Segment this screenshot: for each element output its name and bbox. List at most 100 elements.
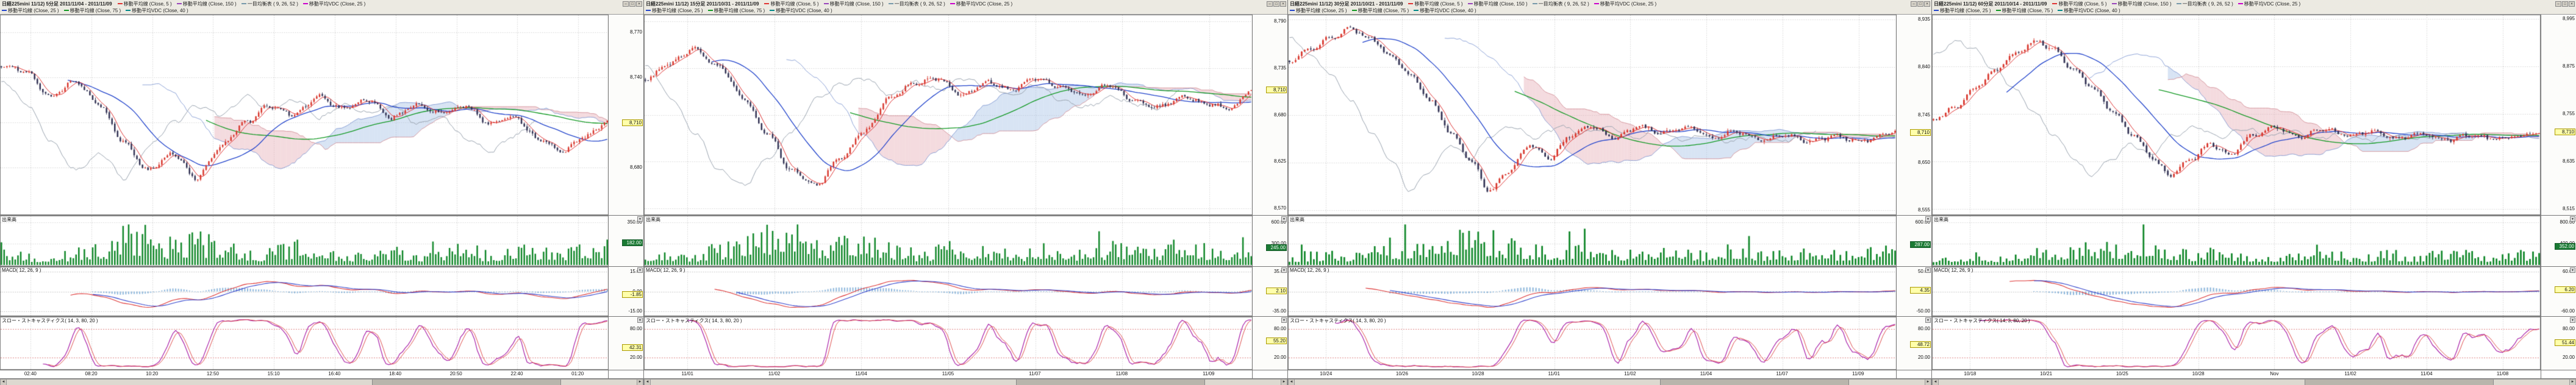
scroll-right-button[interactable]: ► bbox=[1281, 380, 1287, 385]
maximize-button[interactable]: □ bbox=[629, 1, 635, 7]
chart-title: 日経225mini 11/12) 60分足 2011/10/14 - 2011/… bbox=[1934, 1, 2047, 7]
scroll-right-button[interactable]: ► bbox=[1925, 380, 1931, 385]
macd-chart-canvas[interactable] bbox=[644, 267, 1253, 316]
price-chart-plot[interactable] bbox=[644, 15, 1252, 215]
scroll-right-button[interactable]: ► bbox=[2569, 380, 2576, 385]
current-stoch-badge: 48.72 bbox=[1910, 341, 1931, 348]
volume-chart-plot[interactable]: 出来高 bbox=[1932, 216, 2541, 266]
scrollbar-track[interactable] bbox=[1939, 380, 2569, 385]
macd-chart-canvas[interactable] bbox=[1932, 267, 2541, 316]
legend-item: 移動平均線 (Close, 75 ) bbox=[1352, 8, 1409, 13]
pane-collapse-button[interactable]: ▼ bbox=[1281, 267, 1287, 273]
close-button[interactable]: × bbox=[1280, 1, 1286, 7]
window-titlebar[interactable]: 日経225mini 11/12) 30分足 2011/10/21 - 2011/… bbox=[1288, 0, 1931, 15]
scrollbar-track[interactable] bbox=[7, 380, 637, 385]
pane-collapse-button[interactable]: ▼ bbox=[1281, 216, 1287, 222]
macd-chart-axis: 15.000.00-15.00-1.85▼ bbox=[608, 267, 643, 316]
stoch-chart-plot[interactable]: スロー・ストキャスティクス( 14, 3, 80, 20 ) bbox=[644, 317, 1252, 370]
macd-chart-canvas[interactable] bbox=[1288, 267, 1897, 316]
pane-collapse-button[interactable]: ▼ bbox=[637, 317, 643, 323]
macd-tick-label: -35.00 bbox=[1272, 309, 1286, 314]
pane-collapse-button[interactable]: ▼ bbox=[1925, 317, 1931, 323]
minimize-button[interactable]: – bbox=[1267, 1, 1273, 7]
time-label: 12:50 bbox=[207, 371, 219, 377]
price-tick-label: 8,995 bbox=[2563, 16, 2575, 21]
minimize-button[interactable]: – bbox=[1911, 1, 1917, 7]
current-stoch-badge: 55.20 bbox=[1266, 337, 1287, 344]
window-buttons: –□× bbox=[1267, 1, 1286, 7]
price-chart-plot[interactable] bbox=[0, 15, 608, 215]
maximize-button[interactable]: □ bbox=[2562, 1, 2568, 7]
window-titlebar[interactable]: 日経225mini 11/12) 5分足 2011/11/04 - 2011/1… bbox=[0, 0, 643, 15]
pane-collapse-button[interactable]: ▼ bbox=[1925, 216, 1931, 222]
volume-chart: 出来高800.00400.00352.00▼ bbox=[1932, 216, 2576, 267]
h-scrollbar[interactable]: ◄► bbox=[1288, 379, 1931, 385]
stoch-chart-canvas[interactable] bbox=[1288, 317, 1897, 370]
price-chart-plot[interactable] bbox=[1288, 15, 1896, 215]
maximize-button[interactable]: □ bbox=[1273, 1, 1279, 7]
stoch-chart-canvas[interactable] bbox=[1932, 317, 2541, 370]
stoch-chart-plot[interactable]: スロー・ストキャスティクス( 14, 3, 80, 20 ) bbox=[1932, 317, 2541, 370]
macd-chart-plot[interactable]: MACD( 12, 26, 9 ) bbox=[1288, 267, 1896, 316]
volume-chart-canvas[interactable] bbox=[1932, 216, 2541, 266]
stoch-chart-plot[interactable]: スロー・ストキャスティクス( 14, 3, 80, 20 ) bbox=[0, 317, 608, 370]
scrollbar-track[interactable] bbox=[1295, 380, 1925, 385]
maximize-button[interactable]: □ bbox=[1917, 1, 1923, 7]
macd-chart-canvas[interactable] bbox=[0, 267, 609, 316]
pane-collapse-button[interactable]: ▼ bbox=[637, 216, 643, 222]
close-button[interactable]: × bbox=[2569, 1, 2575, 7]
macd-chart-plot[interactable]: MACD( 12, 26, 9 ) bbox=[0, 267, 608, 316]
scroll-left-button[interactable]: ◄ bbox=[1932, 380, 1939, 385]
legend-label: 移動平均線 (Close, 5 ) bbox=[124, 1, 172, 7]
volume-chart-canvas[interactable] bbox=[644, 216, 1253, 266]
pane-collapse-button[interactable]: ▼ bbox=[1281, 317, 1287, 323]
legend-item: 移動平均線 (Close, 5 ) bbox=[1408, 1, 1462, 7]
volume-chart-canvas[interactable] bbox=[0, 216, 609, 266]
scroll-right-button[interactable]: ► bbox=[637, 380, 643, 385]
scrollbar-thumb[interactable] bbox=[1016, 380, 1205, 385]
stoch-chart-plot[interactable]: スロー・ストキャスティクス( 14, 3, 80, 20 ) bbox=[1288, 317, 1896, 370]
volume-chart-plot[interactable]: 出来高 bbox=[1288, 216, 1896, 266]
pane-collapse-button[interactable]: ▼ bbox=[637, 267, 643, 273]
close-button[interactable]: × bbox=[636, 1, 642, 7]
scrollbar-track[interactable] bbox=[651, 380, 1281, 385]
legend-label: 一目均衡表 ( 9, 26, 52 ) bbox=[895, 1, 945, 7]
time-label: 10/21 bbox=[2040, 371, 2052, 377]
pane-collapse-button[interactable]: ▼ bbox=[2570, 216, 2575, 222]
scrollbar-thumb[interactable] bbox=[372, 380, 561, 385]
stoch-chart-canvas[interactable] bbox=[644, 317, 1253, 370]
price-chart-canvas[interactable] bbox=[1288, 15, 1897, 215]
legend-item: 移動平均線 (Close, 150 ) bbox=[824, 1, 884, 7]
window-titlebar[interactable]: 日経225mini 11/12) 60分足 2011/10/14 - 2011/… bbox=[1932, 0, 2576, 15]
chart-title: 日経225mini 11/12) 5分足 2011/11/04 - 2011/1… bbox=[2, 1, 112, 7]
scrollbar-thumb[interactable] bbox=[2305, 380, 2494, 385]
scrollbar-thumb[interactable] bbox=[1660, 380, 1849, 385]
macd-chart-plot[interactable]: MACD( 12, 26, 9 ) bbox=[1932, 267, 2541, 316]
price-chart-canvas[interactable] bbox=[0, 15, 609, 215]
scroll-left-button[interactable]: ◄ bbox=[644, 380, 651, 385]
titlebar-row-1: 日経225mini 11/12) 30分足 2011/10/21 - 2011/… bbox=[1290, 1, 1930, 7]
pane-collapse-button[interactable]: ▼ bbox=[2570, 317, 2575, 323]
h-scrollbar[interactable]: ◄► bbox=[1932, 379, 2576, 385]
minimize-button[interactable]: – bbox=[2555, 1, 2561, 7]
price-chart-canvas[interactable] bbox=[1932, 15, 2541, 215]
price-chart-plot[interactable] bbox=[1932, 15, 2541, 215]
stoch-chart-canvas[interactable] bbox=[0, 317, 609, 370]
time-axis: 11/0111/0211/0411/0511/0711/0811/09 bbox=[644, 370, 1287, 379]
pane-collapse-button[interactable]: ▼ bbox=[1925, 267, 1931, 273]
pane-collapse-button[interactable]: ▼ bbox=[2570, 267, 2575, 273]
volume-chart-plot[interactable]: 出来高 bbox=[644, 216, 1252, 266]
time-label: 10/28 bbox=[1472, 371, 1484, 377]
window-titlebar[interactable]: 日経225mini 11/12) 15分足 2011/10/31 - 2011/… bbox=[644, 0, 1287, 15]
h-scrollbar[interactable]: ◄► bbox=[644, 379, 1287, 385]
close-button[interactable]: × bbox=[1924, 1, 1930, 7]
minimize-button[interactable]: – bbox=[623, 1, 629, 7]
volume-chart-plot[interactable]: 出来高 bbox=[0, 216, 608, 266]
h-scrollbar[interactable]: ◄► bbox=[0, 379, 643, 385]
scroll-left-button[interactable]: ◄ bbox=[1288, 380, 1295, 385]
legend-item: 移動平均線 (Close, 25 ) bbox=[646, 8, 703, 13]
volume-chart-canvas[interactable] bbox=[1288, 216, 1897, 266]
macd-chart-plot[interactable]: MACD( 12, 26, 9 ) bbox=[644, 267, 1252, 316]
scroll-left-button[interactable]: ◄ bbox=[0, 380, 7, 385]
price-chart-canvas[interactable] bbox=[644, 15, 1253, 215]
